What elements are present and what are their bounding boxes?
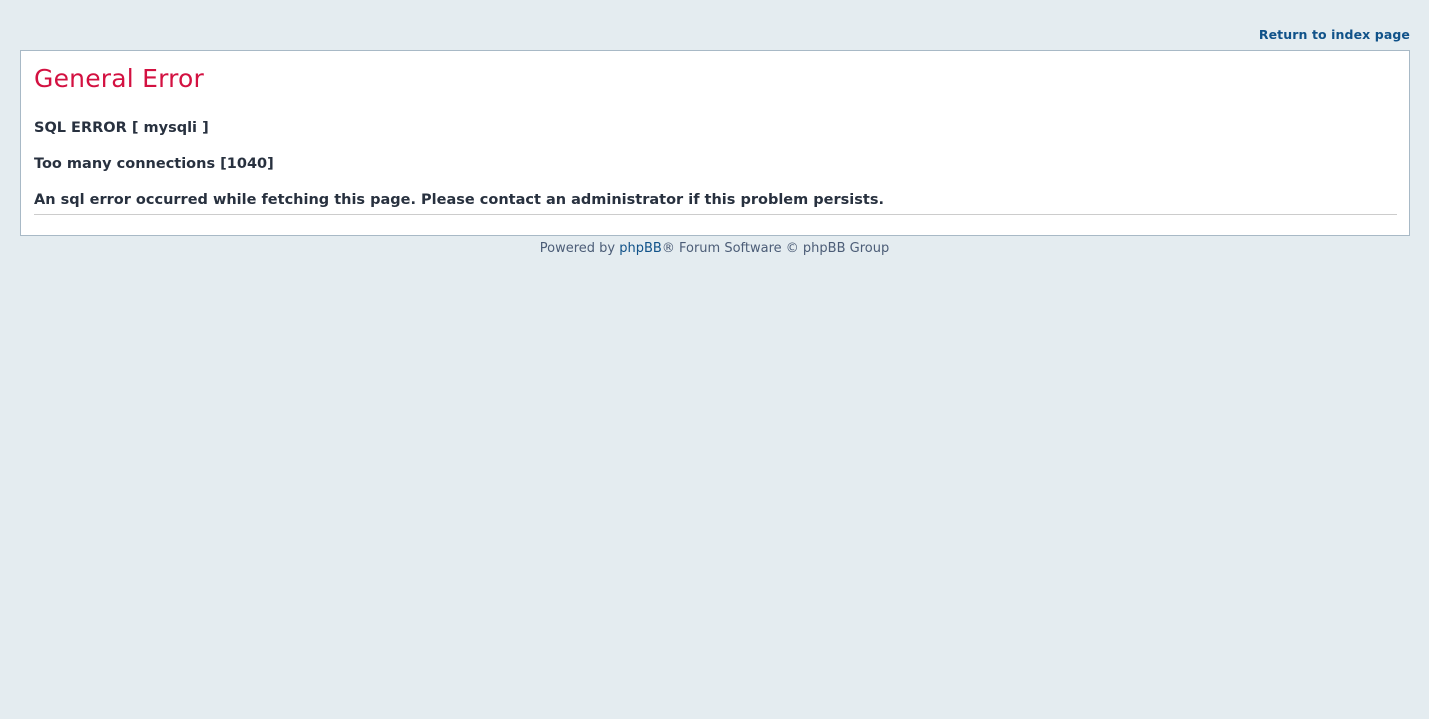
footer-suffix: ® Forum Software © phpBB Group <box>661 241 890 256</box>
sql-error-line: SQL ERROR [ mysqli ] <box>34 120 209 136</box>
error-message-line: An sql error occurred while fetching thi… <box>34 192 884 208</box>
divider <box>34 214 1397 215</box>
phpbb-link[interactable]: phpBB <box>619 241 662 256</box>
page: Return to index page General Error SQL E… <box>0 0 1429 719</box>
error-title: General Error <box>34 64 205 93</box>
error-detail-line: Too many connections [1040] <box>34 156 274 172</box>
footer: Powered by phpBB® Forum Software © phpBB… <box>0 240 1429 258</box>
error-panel: General Error SQL ERROR [ mysqli ] Too m… <box>20 50 1410 236</box>
footer-prefix: Powered by <box>539 241 620 256</box>
return-to-index-link[interactable]: Return to index page <box>1259 27 1410 42</box>
top-link-bar: Return to index page <box>1259 24 1410 42</box>
